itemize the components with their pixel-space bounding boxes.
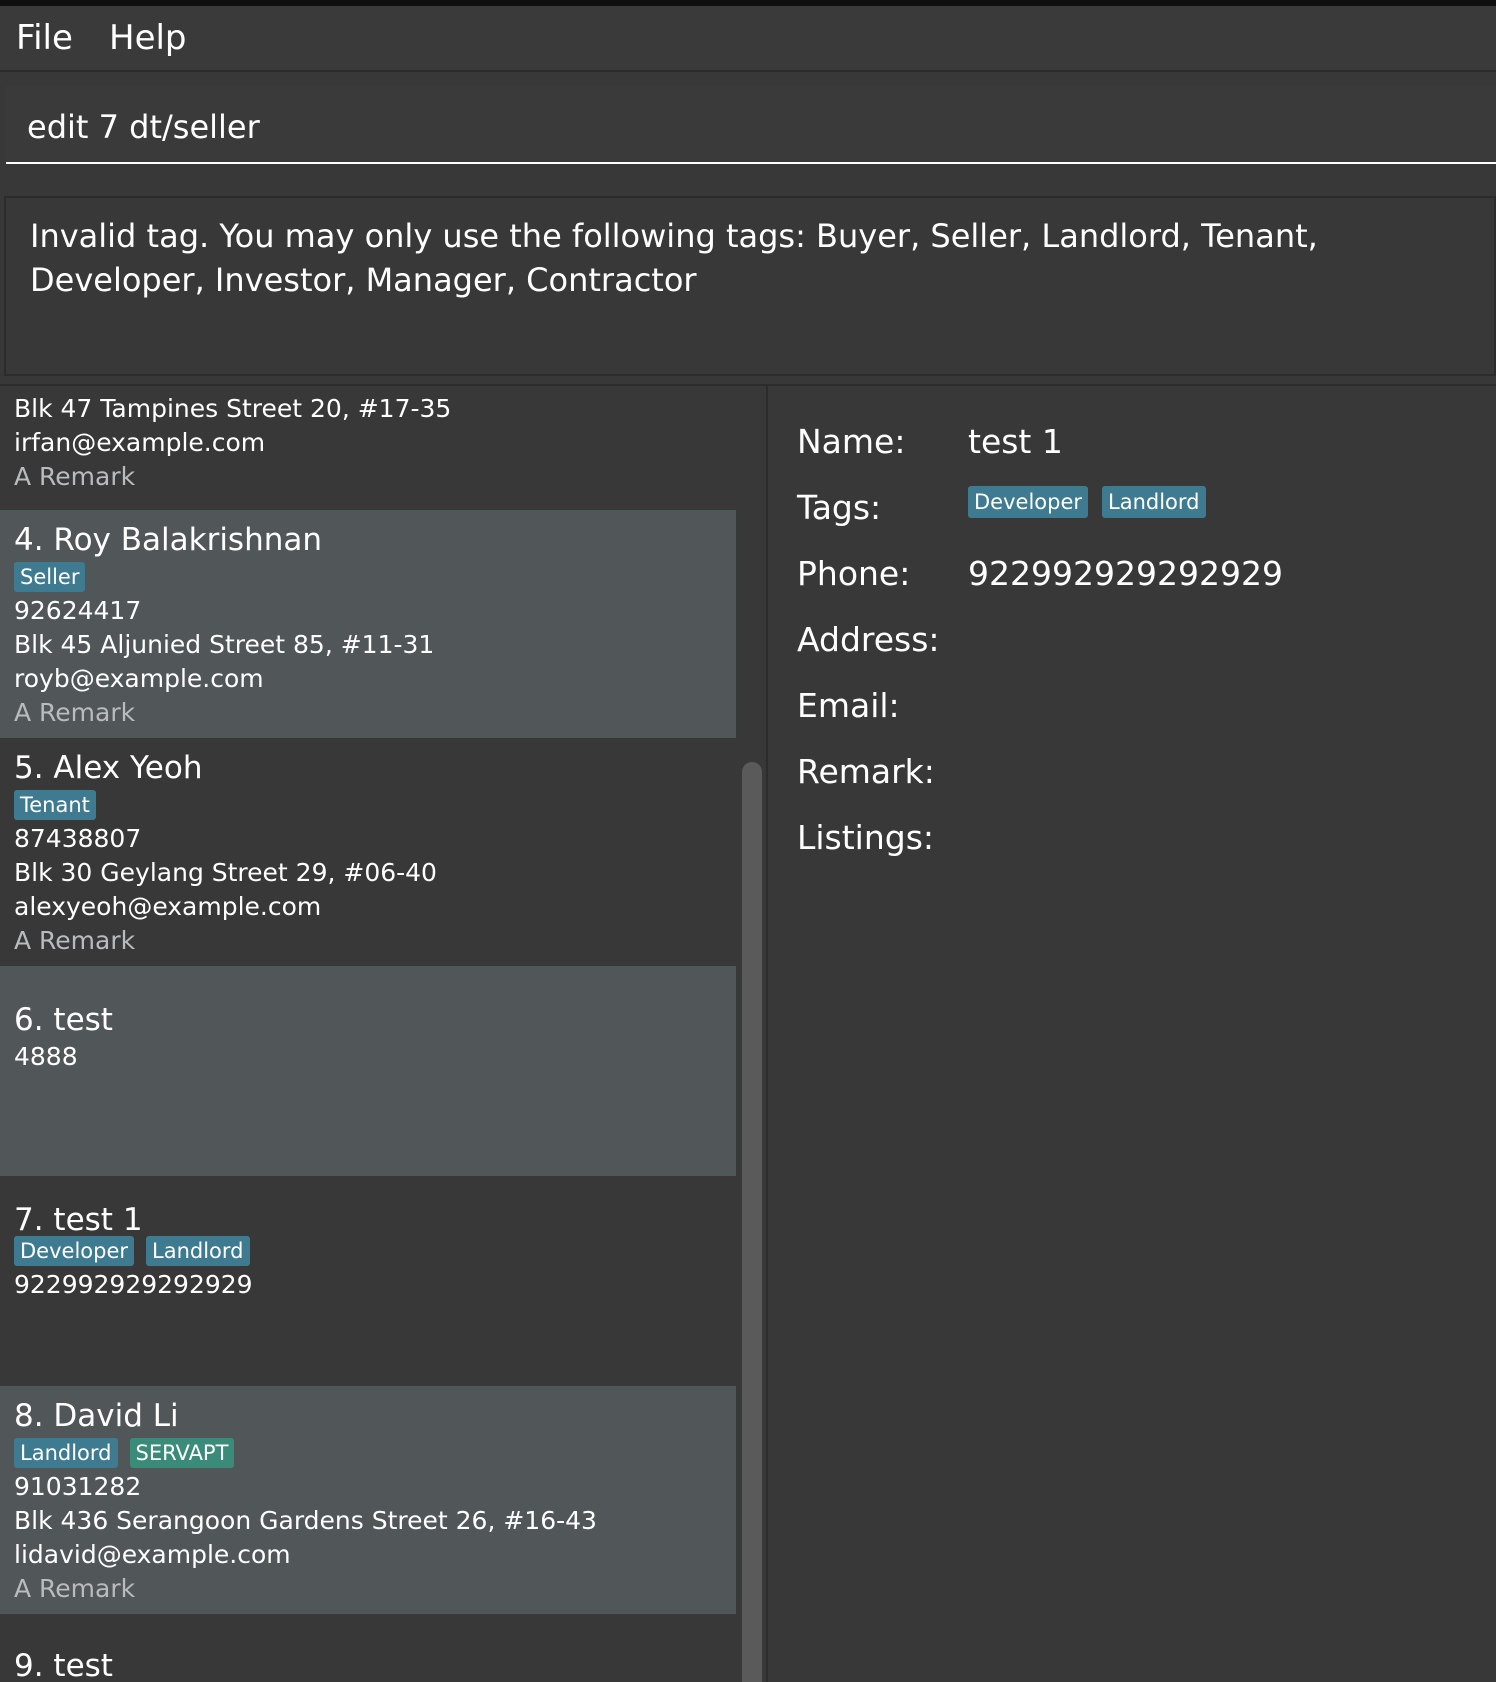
detail-name-label: Name: [797,422,906,461]
person-tags: Tenant [14,790,108,820]
tag: Landlord [146,1236,250,1266]
person-phone: 91031282 [14,1472,142,1501]
person-email: royb@example.com [14,664,264,693]
person-name: 9. test [14,1648,113,1682]
person-name: 4. Roy Balakrishnan [14,522,323,558]
person-address: Blk 30 Geylang Street 29, #06-40 [14,858,437,887]
command-box[interactable]: edit 7 dt/seller [6,86,1496,164]
person-remark: A Remark [14,1574,136,1603]
detail-listings-label: Listings: [797,818,935,857]
person-name: 5. Alex Yeoh [14,750,203,786]
person-email: alexyeoh@example.com [14,892,322,921]
person-detail-panel: Name: test 1 Tags: Developer Landlord Pho… [768,386,1496,1682]
tag: Seller [14,562,86,592]
tag: SERVAPT [129,1438,235,1468]
person-card[interactable]: 92492021 Blk 47 Tampines Street 20, #17-… [0,386,736,512]
menu-file[interactable]: File [16,18,73,58]
detail-phone-label: Phone: [797,554,911,593]
result-display: Invalid tag. You may only use the follow… [4,196,1496,376]
person-card[interactable]: 4. Roy Balakrishnan Seller 92624417 Blk … [0,510,736,738]
person-phone: 92624417 [14,596,142,625]
person-tags: Seller [14,562,97,592]
tag: Tenant [14,790,96,820]
tag: Developer [14,1236,135,1266]
result-message: Invalid tag. You may only use the follow… [30,217,1318,299]
detail-tags: Developer Landlord [968,486,1220,518]
person-phone: 92492021 [14,386,141,389]
menu-help[interactable]: Help [109,18,187,58]
person-tags: Landlord SERVAPT [14,1438,246,1468]
tag: Landlord [1102,486,1206,518]
tag: Developer [968,486,1089,518]
detail-tags-label: Tags: [797,488,882,527]
detail-remark-label: Remark: [797,752,935,791]
person-card[interactable]: 9. test [0,1614,736,1682]
person-phone: 922992929292929 [14,1270,253,1299]
detail-phone-value: 922992929292929 [968,554,1283,593]
person-list[interactable]: 92492021 Blk 47 Tampines Street 20, #17-… [0,386,736,1682]
person-address: Blk 47 Tampines Street 20, #17-35 [14,394,452,423]
person-remark: A Remark [14,926,136,955]
person-address: Blk 436 Serangoon Gardens Street 26, #16… [14,1506,597,1535]
person-name: 8. David Li [14,1398,179,1434]
menu-bar: File Help [0,6,1496,72]
person-phone: 87438807 [14,824,142,853]
person-email: irfan@example.com [14,428,266,457]
person-email: lidavid@example.com [14,1540,291,1569]
person-remark: A Remark [14,698,136,727]
person-card[interactable]: 7. test 1 Developer Landlord 922992929292… [0,1176,736,1386]
list-scrollbar-thumb[interactable] [742,762,762,1682]
person-tags: Developer Landlord [14,1236,262,1266]
detail-address-label: Address: [797,620,940,659]
detail-name-value: test 1 [968,422,1063,461]
person-name: 6. test [14,1002,113,1038]
person-name: 7. test 1 [14,1202,143,1238]
person-address: Blk 45 Aljunied Street 85, #11-31 [14,630,435,659]
tag: Landlord [14,1438,118,1468]
person-card[interactable]: 8. David Li Landlord SERVAPT 91031282 Blk… [0,1386,736,1614]
detail-email-label: Email: [797,686,900,725]
person-card[interactable]: 6. test 4888 [0,966,736,1176]
person-remark: A Remark [14,462,136,491]
person-phone: 4888 [14,1042,78,1071]
command-input[interactable]: edit 7 dt/seller [27,108,260,146]
person-card[interactable]: 5. Alex Yeoh Tenant 87438807 Blk 30 Geyl… [0,738,736,966]
